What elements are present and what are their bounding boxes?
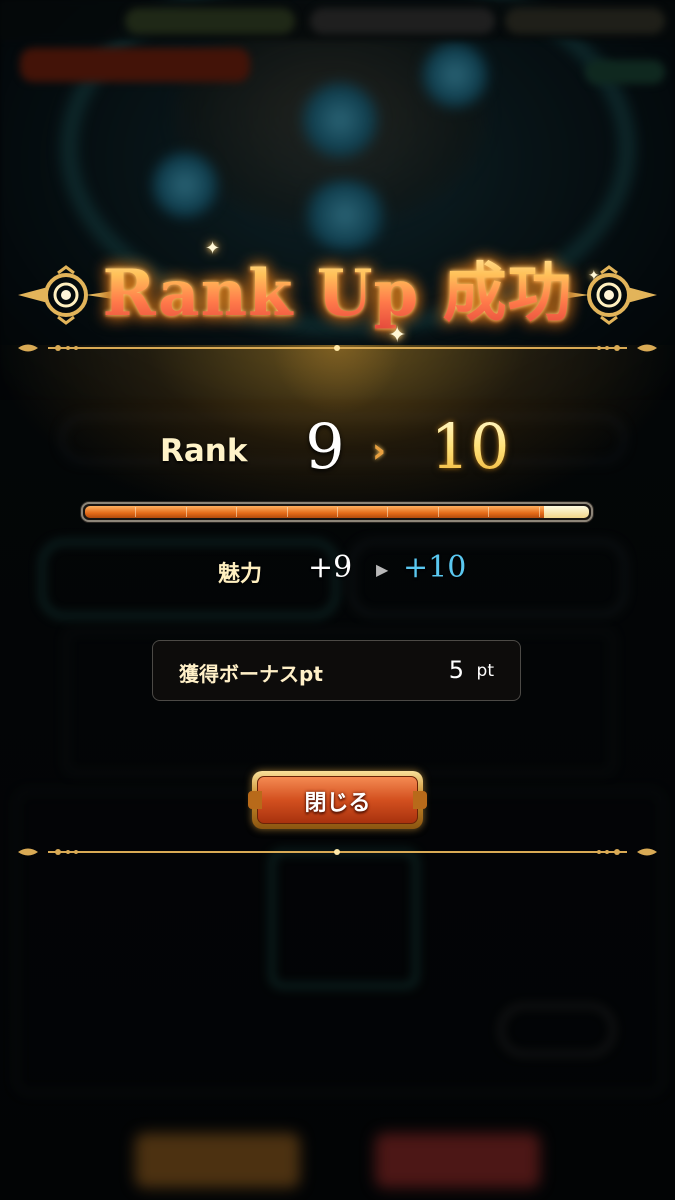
rank-progress-bar [81,502,593,522]
bonus-value: 5 [448,656,464,684]
rank-new-value: 10 [420,410,520,483]
sparkle-icon: ✦ [588,268,600,284]
close-button-label: 閉じる [304,791,371,816]
bonus-points-box: 獲得ボーナスpt 5 pt [152,640,521,701]
stat-label: 魅力 [218,562,263,587]
progress-tick [135,507,136,517]
rank-change-row: Rank 9 › 10 [0,405,675,485]
bottom-divider [18,845,657,859]
stat-new-value: +10 [403,550,467,585]
progress-tick [387,507,388,517]
rank-label: Rank [160,433,248,469]
progress-tick [539,507,540,517]
sparkle-icon: ✦ [205,238,221,259]
rank-old-value: 9 [305,410,345,483]
progress-fill [85,506,544,518]
top-divider [18,341,657,355]
close-button[interactable]: 閉じる [248,771,427,829]
dialog-title-area: Rank Up 成功 [0,238,675,348]
bonus-label: 獲得ボーナスpt [179,662,323,686]
progress-tick [438,507,439,517]
modal-overlay [0,0,675,1200]
progress-tick [236,507,237,517]
stat-change-row: 魅力 +9 ▶ +10 [0,548,675,588]
dialog-title: Rank Up 成功 [0,242,675,334]
progress-tick [186,507,187,517]
progress-tick [488,507,489,517]
progress-tick [337,507,338,517]
stat-old-value: +9 [308,550,353,585]
chevron-right-icon: › [372,431,387,471]
bonus-unit: pt [476,661,494,681]
progress-tick [287,507,288,517]
triangle-right-icon: ▶ [376,560,389,579]
progress-tip [544,506,589,518]
